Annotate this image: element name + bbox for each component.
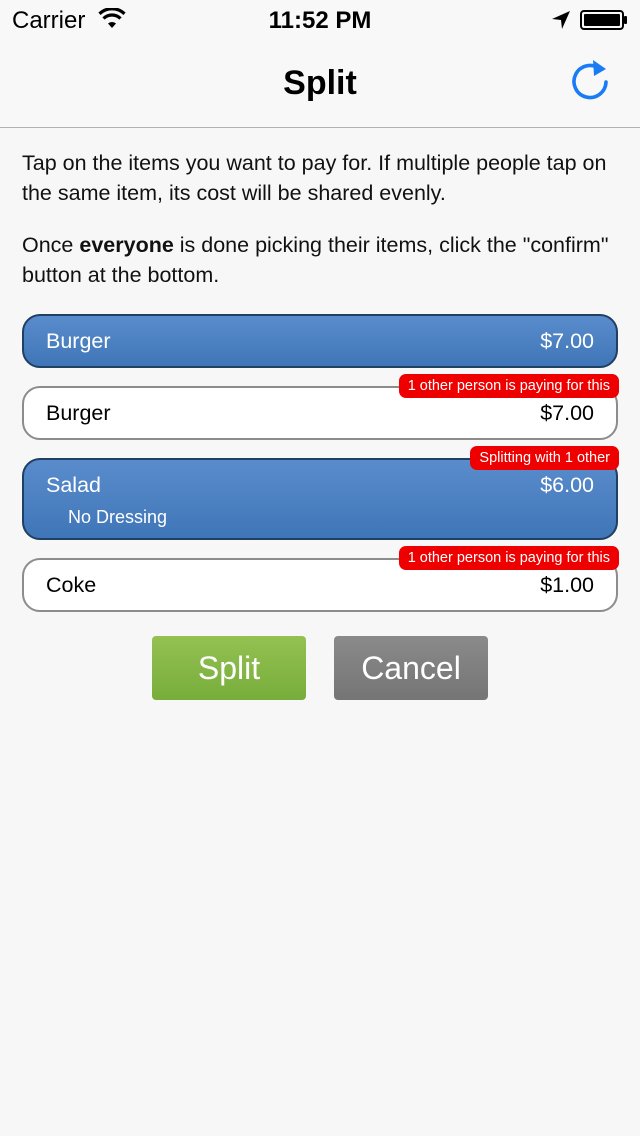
instruction-prefix: Once <box>22 233 80 257</box>
refresh-icon[interactable] <box>566 58 614 106</box>
item-price: $7.00 <box>540 401 594 425</box>
item-salad[interactable]: Splitting with 1 other Salad $6.00 No Dr… <box>22 446 619 540</box>
item-burger-2[interactable]: 1 other person is paying for this Burger… <box>22 374 619 440</box>
status-time: 11:52 PM <box>268 7 372 34</box>
instructions: Tap on the items you want to pay for. If… <box>22 148 618 290</box>
location-arrow-icon <box>552 11 570 29</box>
item-name: Burger <box>46 329 111 353</box>
item-note: No Dressing <box>68 507 168 527</box>
split-button[interactable]: Split <box>152 636 306 700</box>
item-name: Coke <box>46 573 97 597</box>
item-name: Burger <box>46 401 111 425</box>
instruction-paragraph-1: Tap on the items you want to pay for. If… <box>22 151 607 205</box>
page-title: Split <box>283 64 357 102</box>
item-name: Salad <box>46 473 101 497</box>
item-coke[interactable]: 1 other person is paying for this Coke $… <box>22 546 619 612</box>
navigation-bar: Carrier 11:52 PM Split <box>0 0 640 128</box>
status-badge: 1 other person is paying for this <box>398 374 619 398</box>
status-badge: Splitting with 1 other <box>470 446 619 470</box>
instruction-emphasis: everyone <box>79 233 174 257</box>
status-badge: 1 other person is paying for this <box>398 546 619 570</box>
battery-icon <box>580 10 627 30</box>
cancel-button[interactable]: Cancel <box>334 636 488 700</box>
item-price: $1.00 <box>540 573 594 597</box>
instruction-paragraph-2: Once everyone is done picking their item… <box>22 230 618 290</box>
item-price: $7.00 <box>540 329 594 353</box>
item-price: $6.00 <box>540 473 594 497</box>
status-bar: Carrier 11:52 PM <box>0 0 640 40</box>
item-burger-1[interactable]: Burger $7.00 <box>22 314 618 368</box>
